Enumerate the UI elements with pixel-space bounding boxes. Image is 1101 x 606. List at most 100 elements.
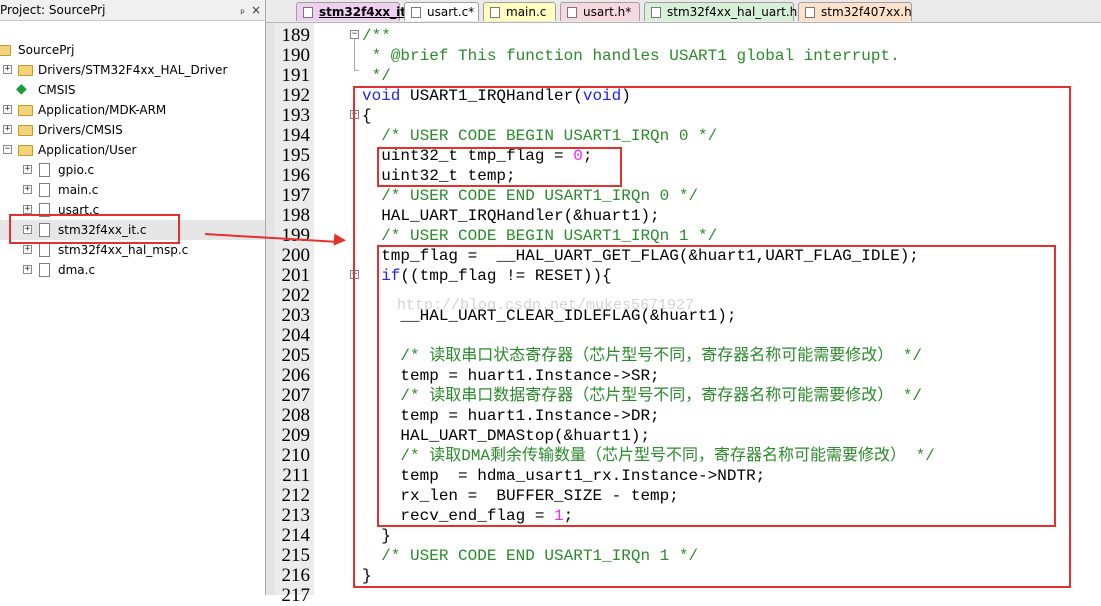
expand-icon[interactable]: +	[23, 185, 32, 194]
arrow-right-icon	[333, 233, 347, 247]
project-panel-header: Project: SourcePrj ₚ ×	[0, 0, 265, 21]
line-number: 211	[282, 465, 310, 486]
tree-item-label: dma.c	[58, 263, 96, 277]
line-number: 200	[281, 245, 311, 266]
tab-label: main.c	[506, 5, 547, 19]
file-icon	[39, 163, 50, 177]
line-number: 207	[281, 385, 311, 406]
tree-item-main-c[interactable]: + main.c	[0, 180, 265, 200]
line-number: 198	[281, 205, 311, 226]
file-icon	[39, 243, 50, 257]
line-number: 203	[281, 305, 311, 326]
highlight-box-idle-handling	[377, 245, 1056, 527]
file-icon	[651, 7, 661, 18]
line-number: 189	[281, 25, 311, 46]
tree-item-label: SourcePrj	[18, 43, 75, 57]
editor-tab-bar: stm32f4xx_it.c usart.c* main.c usart.h* …	[266, 0, 1101, 23]
tab-usart-h[interactable]: usart.h*	[560, 2, 640, 21]
tree-item-dma-c[interactable]: + dma.c	[0, 260, 265, 280]
folder-open-icon	[18, 145, 33, 156]
code-line-190: * @brief This function handles USART1 gl…	[362, 47, 900, 65]
file-icon	[303, 7, 313, 18]
line-number: 206	[281, 365, 311, 386]
expand-icon[interactable]: +	[23, 245, 32, 254]
code-line-189: /**	[362, 27, 391, 45]
line-number: 199	[281, 225, 311, 246]
line-number: 217	[281, 585, 311, 606]
expand-icon[interactable]: +	[3, 65, 12, 74]
line-number: 195	[281, 145, 311, 166]
folder-open-icon	[0, 45, 11, 56]
line-number: 212	[281, 485, 311, 506]
close-icon[interactable]: ×	[251, 0, 261, 20]
tab-stm32f407xx-h[interactable]: stm32f407xx.h	[798, 2, 912, 21]
line-number: 204	[281, 325, 311, 346]
tree-item-application-user[interactable]: − Application/User	[0, 140, 265, 160]
tab-label: usart.h*	[583, 5, 632, 19]
tree-item-drivers-cmsis[interactable]: + Drivers/CMSIS	[0, 120, 265, 140]
tree-item-cmsis[interactable]: ◆ CMSIS	[0, 80, 265, 100]
highlight-box-file	[9, 214, 180, 244]
tree-item-label: CMSIS	[38, 83, 76, 97]
tab-label: usart.c*	[427, 5, 475, 19]
line-number: 209	[281, 425, 311, 446]
expand-icon[interactable]: +	[3, 105, 12, 114]
tree-item-drivers-hal[interactable]: + Drivers/STM32F4xx_HAL_Driver	[0, 60, 265, 80]
line-number: 191	[281, 65, 311, 86]
fold-column	[314, 23, 352, 595]
project-panel-title: Project: SourcePrj	[0, 3, 106, 17]
tree-item-label: Application/MDK-ARM	[38, 103, 167, 117]
editor-margin	[266, 23, 274, 595]
line-number: 194	[281, 125, 311, 146]
code-line-191: */	[362, 67, 391, 85]
line-number: 193	[281, 105, 311, 126]
project-panel: Project: SourcePrj ₚ × SourcePrj + Drive…	[0, 0, 266, 595]
tab-label: stm32f407xx.h	[821, 5, 912, 19]
line-number: 192	[281, 85, 311, 106]
tree-item-label: main.c	[58, 183, 99, 197]
expand-icon[interactable]: +	[23, 265, 32, 274]
file-icon	[805, 7, 815, 18]
tab-stm32f4xx-hal-uart-h[interactable]: stm32f4xx_hal_uart.h	[644, 2, 798, 21]
expand-icon[interactable]: +	[23, 205, 32, 214]
tree-item-label: gpio.c	[58, 163, 95, 177]
line-number: 210	[281, 445, 311, 466]
tab-main-c[interactable]: main.c	[483, 2, 556, 21]
line-number: 205	[281, 345, 311, 366]
highlight-box-variables	[377, 147, 622, 187]
line-number: 213	[281, 505, 311, 526]
tab-label: stm32f4xx_it.c	[319, 5, 418, 19]
collapse-icon[interactable]: −	[3, 145, 12, 154]
line-number: 214	[281, 525, 311, 546]
line-number: 208	[281, 405, 311, 426]
fold-collapse-icon[interactable]: −	[350, 30, 359, 39]
fold-guide	[354, 39, 355, 71]
tree-item-mdk-arm[interactable]: + Application/MDK-ARM	[0, 100, 265, 120]
line-number: 197	[281, 185, 311, 206]
line-number: 201	[281, 265, 311, 286]
tree-item-label: Drivers/CMSIS	[38, 123, 123, 137]
tree-item-label: Drivers/STM32F4xx_HAL_Driver	[38, 63, 228, 77]
tab-label: stm32f4xx_hal_uart.h	[667, 5, 798, 19]
file-icon	[39, 183, 50, 197]
tree-item-sourceprj[interactable]: SourcePrj	[0, 40, 265, 60]
tab-stm32f4xx-it-c[interactable]: stm32f4xx_it.c	[296, 2, 418, 21]
tree-item-gpio-c[interactable]: + gpio.c	[0, 160, 265, 180]
line-number: 202	[281, 285, 311, 306]
fold-guide-end	[354, 70, 359, 71]
file-icon	[411, 7, 421, 18]
folder-icon	[18, 65, 33, 76]
tab-usart-c[interactable]: usart.c*	[404, 2, 479, 21]
line-number: 196	[281, 165, 311, 186]
line-number: 216	[281, 565, 311, 586]
line-number: 190	[281, 45, 311, 66]
expand-icon[interactable]: +	[23, 165, 32, 174]
expand-icon[interactable]: +	[3, 125, 12, 134]
file-icon	[490, 7, 500, 18]
folder-icon	[18, 125, 33, 136]
line-number: 215	[281, 545, 311, 566]
pin-icon[interactable]: ₚ	[240, 0, 245, 20]
gem-icon: ◆	[16, 81, 27, 97]
file-icon	[567, 7, 577, 18]
folder-icon	[18, 105, 33, 116]
